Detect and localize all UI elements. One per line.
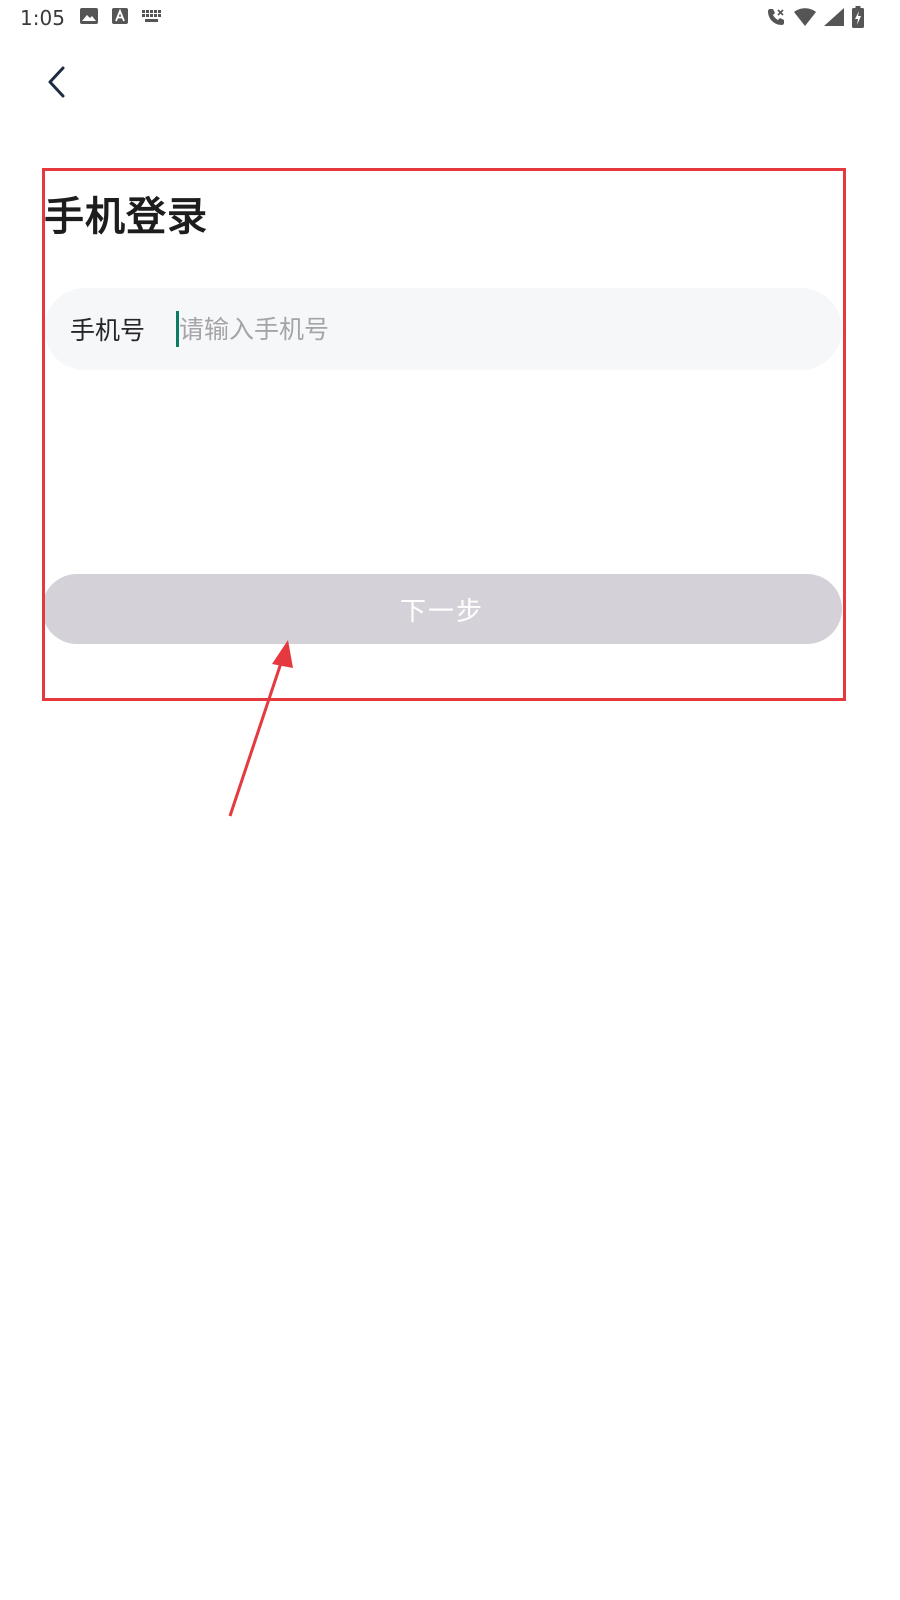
chevron-left-icon — [45, 65, 67, 103]
wifi-icon — [794, 8, 816, 26]
back-button[interactable] — [36, 62, 76, 106]
image-icon — [80, 8, 98, 24]
phone-field[interactable]: 手机号 — [44, 288, 842, 370]
a-icon — [112, 8, 128, 24]
status-time: 1:05 — [20, 6, 65, 30]
status-left-icons — [80, 8, 162, 24]
signal-icon — [824, 8, 844, 26]
status-right-icons — [766, 6, 864, 28]
battery-icon — [852, 6, 864, 28]
next-button[interactable]: 下一步 — [42, 574, 842, 644]
call-icon — [766, 7, 786, 27]
keyboard-icon — [142, 10, 162, 22]
page-title: 手机登录 — [44, 194, 208, 240]
phone-input[interactable] — [179, 314, 779, 344]
status-bar: 1:05 — [0, 0, 900, 40]
phone-label: 手机号 — [70, 316, 146, 345]
